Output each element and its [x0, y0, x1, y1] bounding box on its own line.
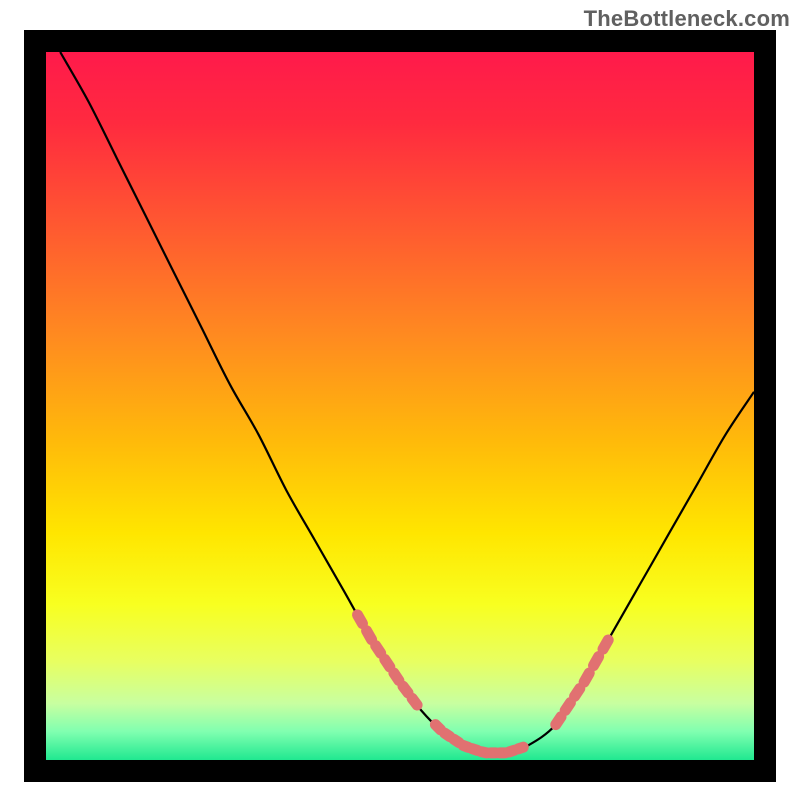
chart-frame — [24, 30, 776, 782]
watermark-text: TheBottleneck.com — [584, 6, 790, 32]
plot-area — [46, 52, 754, 760]
dash-overlay — [46, 52, 754, 760]
chart-stage: TheBottleneck.com — [0, 0, 800, 800]
